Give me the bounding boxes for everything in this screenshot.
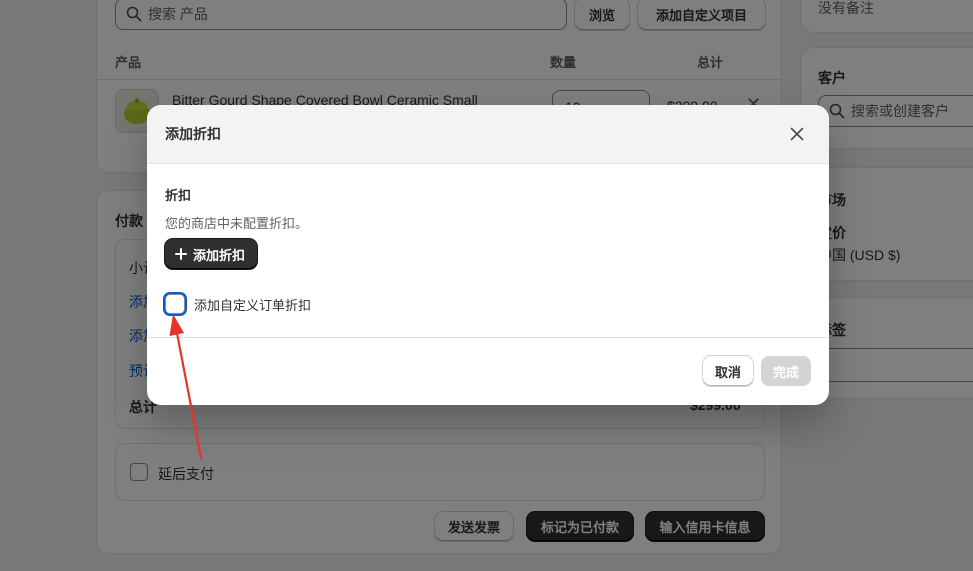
discount-section-desc: 您的商店中未配置折扣。 [165,216,309,231]
add-discount-modal: 添加折扣 折扣 您的商店中未配置折扣。 添加折扣 添加自定义订单折扣 取消 完成 [147,105,829,405]
add-discount-button[interactable]: 添加折扣 [165,239,258,269]
modal-body: 折扣 您的商店中未配置折扣。 添加折扣 添加自定义订单折扣 [147,164,829,338]
add-discount-button-label: 添加折扣 [193,247,246,263]
modal-title: 添加折扣 [165,126,221,142]
plus-icon [175,248,187,260]
modal-header: 添加折扣 [147,105,829,164]
modal-close-button[interactable] [783,120,811,148]
custom-discount-checkbox[interactable] [165,294,185,314]
discount-section-title: 折扣 [165,188,192,203]
modal-footer: 取消 完成 [702,356,811,386]
done-button[interactable]: 完成 [760,356,811,386]
close-icon [790,127,804,141]
custom-discount-label: 添加自定义订单折扣 [194,297,312,313]
cancel-button[interactable]: 取消 [702,356,753,386]
custom-discount-row[interactable]: 添加自定义订单折扣 [165,294,311,314]
